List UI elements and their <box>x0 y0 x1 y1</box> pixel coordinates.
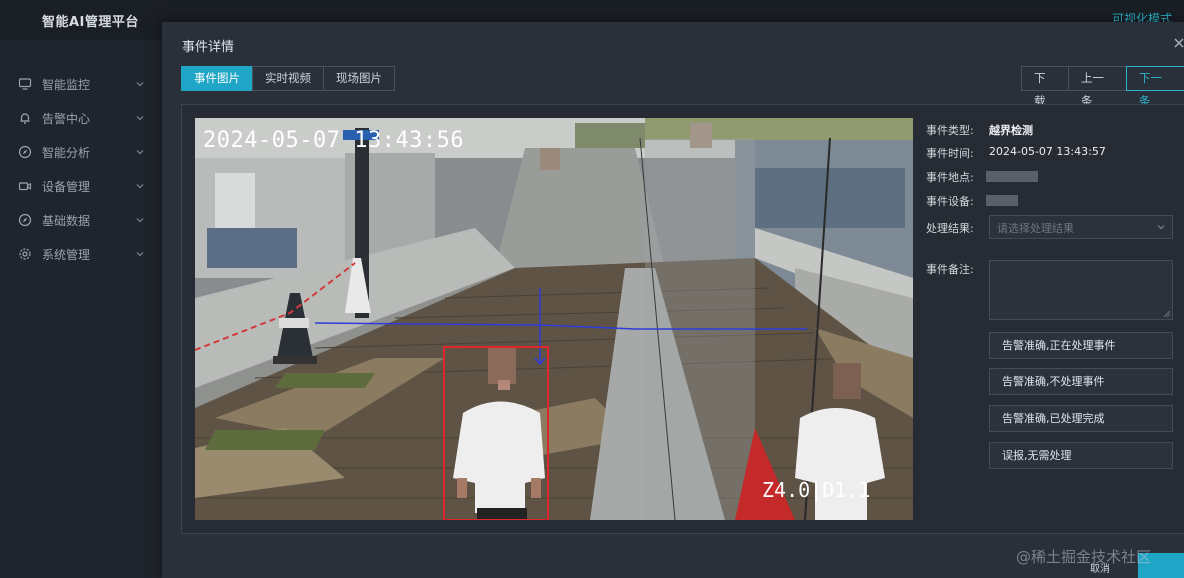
chevron-down-icon <box>136 116 144 121</box>
compass-icon <box>18 145 32 159</box>
sidebar-item-label: 系统管理 <box>42 248 91 262</box>
sidebar-item-basic-data[interactable]: 基础数据 <box>0 206 162 236</box>
sidebar-item-label: 智能监控 <box>42 78 91 92</box>
chevron-down-icon <box>136 252 144 257</box>
event-time-label: 事件时间: <box>926 147 974 160</box>
redacted-device <box>986 195 1018 206</box>
chevron-down-icon <box>136 150 144 155</box>
event-type-label: 事件类型: <box>926 124 974 137</box>
sidebar-item-label: 智能分析 <box>42 146 91 160</box>
sidebar: 智能监控 告警中心 智能分析 设备管理 基础数据 系统管理 <box>0 40 162 578</box>
dialog-title: 事件详情 <box>182 40 235 55</box>
event-time-value: 2024-05-07 13:43:57 <box>989 145 1106 158</box>
result-label: 处理结果: <box>926 222 974 235</box>
app-title: 智能AI管理平台 <box>42 15 139 30</box>
compass-icon <box>18 213 32 227</box>
next-button[interactable]: 下一条 <box>1126 66 1184 108</box>
record-navigation: 下载 上一条 下一条 <box>1021 66 1184 108</box>
accurate-completed-button[interactable]: 告警准确,已处理完成 <box>989 405 1173 432</box>
chevron-down-icon <box>136 184 144 189</box>
sidebar-item-analysis[interactable]: 智能分析 <box>0 138 162 168</box>
chevron-down-icon <box>136 82 144 87</box>
sidebar-item-label: 告警中心 <box>42 112 91 126</box>
image-timestamp: 2024-05-07 13:43:56 <box>203 128 465 153</box>
tab-scene-image[interactable]: 现场图片 <box>323 66 395 91</box>
accurate-ignore-button[interactable]: 告警准确,不处理事件 <box>989 368 1173 395</box>
sidebar-item-system[interactable]: 系统管理 <box>0 240 162 270</box>
sidebar-item-alarm[interactable]: 告警中心 <box>0 104 162 134</box>
chevron-down-icon <box>1157 225 1165 230</box>
camera-icon <box>18 182 32 191</box>
download-button[interactable]: 下载 <box>1021 66 1069 108</box>
sidebar-item-label: 设备管理 <box>42 180 91 194</box>
redacted-location <box>986 171 1038 182</box>
accurate-processing-button[interactable]: 告警准确,正在处理事件 <box>989 332 1173 359</box>
gear-icon <box>19 248 31 260</box>
monitor-icon <box>18 78 32 90</box>
tab-event-image[interactable]: 事件图片 <box>181 66 253 91</box>
event-type-value: 越界检测 <box>989 124 1033 137</box>
site-watermark: @稀土掘金技术社区 <box>1016 548 1152 566</box>
sidebar-item-devices[interactable]: 设备管理 <box>0 172 162 202</box>
tab-live-video[interactable]: 实时视频 <box>252 66 324 91</box>
remark-input[interactable] <box>989 260 1173 320</box>
event-panel: 2024-05-07 13:43:56 Z4.0|D1.1 事件类型: 越界检测… <box>181 104 1184 534</box>
event-details: 事件类型: 越界检测 事件时间: 2024-05-07 13:43:57 事件地… <box>926 105 1184 533</box>
remark-label: 事件备注: <box>926 263 974 276</box>
false-alarm-button[interactable]: 误报,无需处理 <box>989 442 1173 469</box>
sidebar-item-label: 基础数据 <box>42 214 91 228</box>
event-detail-dialog: 事件详情 事件图片 实时视频 现场图片 下载 上一条 下一条 2024-05-0… <box>162 22 1184 578</box>
close-icon[interactable] <box>1172 36 1184 50</box>
zoom-indicator: Z4.0|D1.1 <box>762 478 871 502</box>
resize-handle-icon[interactable] <box>1164 311 1170 317</box>
camera-scene <box>195 118 913 520</box>
chevron-down-icon <box>136 218 144 223</box>
result-select-placeholder: 请选择处理结果 <box>997 222 1074 235</box>
tab-bar: 事件图片 实时视频 现场图片 <box>181 66 395 91</box>
event-image: 2024-05-07 13:43:56 Z4.0|D1.1 <box>195 118 913 520</box>
sidebar-item-monitor[interactable]: 智能监控 <box>0 70 162 100</box>
event-device-label: 事件设备: <box>926 195 974 208</box>
result-select[interactable]: 请选择处理结果 <box>989 215 1173 239</box>
previous-button[interactable]: 上一条 <box>1068 66 1127 108</box>
bell-icon <box>20 113 30 124</box>
event-location-label: 事件地点: <box>926 171 974 184</box>
